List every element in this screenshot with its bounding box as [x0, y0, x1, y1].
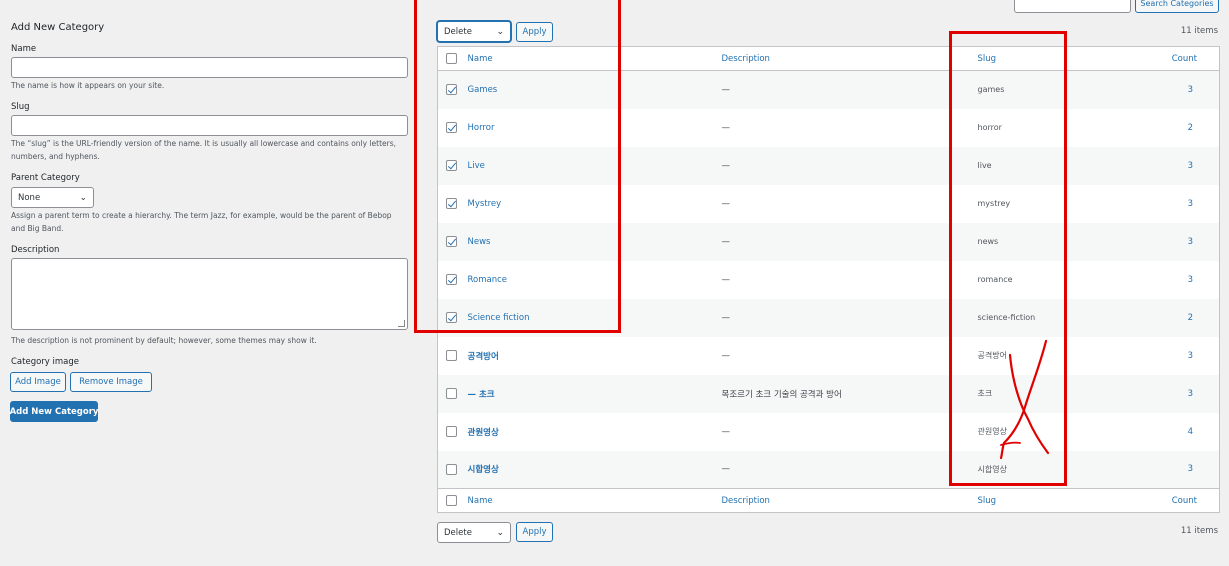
table-footer-row: Name Description Slug Count	[437, 488, 1220, 513]
table-row: 시합영상 — 시합영상 3	[437, 450, 1220, 489]
row-checkbox[interactable]	[446, 388, 457, 399]
slug-label: Slug	[11, 102, 30, 112]
column-description[interactable]: Description	[722, 47, 978, 71]
apply-button-bottom[interactable]: Apply	[516, 522, 553, 542]
search-input[interactable]	[1014, 0, 1131, 13]
table-row: — 초크 목조르기 초크 기술의 공격과 방어 초크 3	[437, 374, 1220, 413]
row-count-link[interactable]: 2	[1148, 109, 1220, 147]
description-label: Description	[11, 245, 60, 255]
row-count-link[interactable]: 3	[1148, 71, 1220, 109]
column-name-footer[interactable]: Name	[462, 489, 722, 513]
table-row: 관원영상 — 관원영상 4	[438, 413, 1220, 451]
resize-handle-icon[interactable]	[398, 320, 405, 327]
category-name-link[interactable]: 관원영상	[468, 428, 499, 438]
row-description: —	[721, 312, 731, 323]
category-image-label: Category image	[11, 357, 80, 367]
row-description: 목조르기 초크 기술의 공격과 방어	[721, 389, 842, 400]
chevron-down-icon: ⌄	[496, 527, 504, 538]
row-description: —	[721, 122, 731, 133]
category-name-link[interactable]: — 초크	[468, 390, 495, 400]
annotation-cross-mark	[999, 339, 1050, 460]
search-categories-button[interactable]: Search Categories	[1135, 0, 1219, 13]
row-description: —	[721, 274, 731, 285]
row-description: —	[721, 160, 731, 171]
row-description: —	[721, 236, 731, 247]
parent-category-select[interactable]: None ⌄	[11, 187, 94, 208]
description-help: The description is not prominent by defa…	[11, 336, 317, 345]
parent-category-label: Parent Category	[11, 173, 80, 183]
add-new-category-button[interactable]: Add New Category	[10, 401, 98, 422]
name-help: The name is how it appears on your site.	[11, 81, 165, 90]
add-image-button[interactable]: Add Image	[10, 372, 66, 392]
description-textarea[interactable]	[11, 258, 408, 330]
remove-image-button[interactable]: Remove Image	[70, 372, 152, 392]
column-count-footer[interactable]: Count	[1148, 489, 1220, 513]
row-description: —	[721, 198, 731, 209]
category-name-link[interactable]: 시합영상	[468, 465, 499, 475]
row-description: —	[721, 426, 731, 437]
item-count-top: 11 items	[1180, 26, 1218, 36]
row-count-link[interactable]: 3	[1148, 147, 1220, 185]
category-name-link[interactable]: 공격방어	[468, 352, 499, 362]
row-checkbox-cell	[438, 451, 462, 489]
select-all-checkbox-bottom[interactable]	[446, 495, 457, 506]
parent-category-value: None	[18, 192, 41, 203]
row-checkbox-cell	[438, 337, 462, 375]
bulk-action-select-bottom[interactable]: Delete ⌄	[437, 522, 511, 543]
row-count-link[interactable]: 3	[1148, 451, 1220, 489]
table-row: 공격방어 — 공격방어 3	[438, 337, 1220, 375]
row-checkbox-cell	[438, 413, 462, 451]
slug-help: The “slug” is the URL-friendly version o…	[11, 139, 397, 161]
row-count-link[interactable]: 3	[1148, 337, 1220, 375]
row-name-cell: — 초크	[462, 375, 722, 413]
row-count-link[interactable]: 4	[1148, 413, 1220, 451]
row-name-cell: 관원영상	[462, 413, 722, 451]
row-checkbox-cell	[438, 375, 462, 413]
row-count-link[interactable]: 2	[1148, 299, 1220, 337]
row-description: —	[721, 350, 731, 361]
row-checkbox[interactable]	[446, 463, 457, 475]
row-count-link[interactable]: 3	[1148, 375, 1220, 413]
row-name-cell: 공격방어	[462, 337, 722, 375]
bulk-action-value: Delete	[444, 527, 472, 538]
column-slug-footer[interactable]: Slug	[978, 489, 1148, 513]
row-description: —	[721, 84, 731, 95]
annotation-box-checked	[414, 0, 621, 333]
row-description: —	[721, 464, 731, 475]
row-name-cell: 시합영상	[462, 451, 722, 489]
chevron-down-icon: ⌄	[79, 192, 87, 203]
row-checkbox[interactable]	[446, 350, 457, 361]
row-count-link[interactable]: 3	[1148, 185, 1220, 223]
slug-input[interactable]	[11, 115, 408, 136]
name-label: Name	[11, 44, 37, 54]
row-checkbox[interactable]	[446, 426, 457, 437]
column-count[interactable]: Count	[1148, 47, 1220, 71]
form-heading: Add New Category	[11, 22, 105, 33]
item-count-bottom: 11 items	[1180, 526, 1218, 536]
column-description-footer[interactable]: Description	[722, 489, 978, 513]
parent-category-help: Assign a parent term to create a hierarc…	[11, 211, 392, 233]
row-count-link[interactable]: 3	[1148, 261, 1220, 299]
name-input[interactable]	[11, 57, 408, 78]
row-count-link[interactable]: 3	[1148, 223, 1220, 261]
select-all-cell	[438, 489, 462, 513]
